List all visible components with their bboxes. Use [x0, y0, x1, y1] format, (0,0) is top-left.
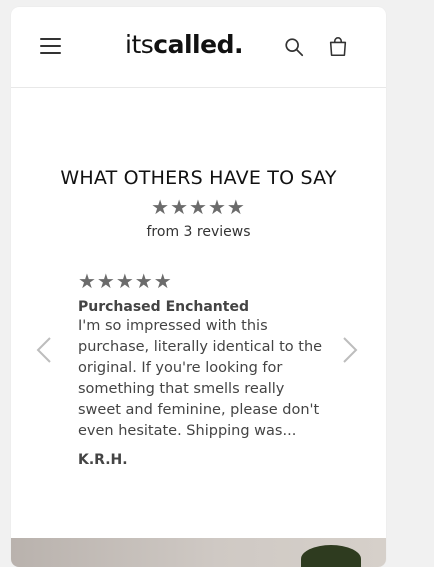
review-title: Purchased Enchanted	[78, 299, 249, 315]
mobile-page: itscalled. WHAT OTHERS HAVE TO SAY ★★★★★…	[11, 7, 386, 567]
chevron-right-icon[interactable]	[341, 335, 359, 365]
site-header: itscalled.	[11, 7, 386, 88]
review-card: ★★★★★ Purchased Enchanted I'm so impress…	[78, 269, 328, 468]
review-author: K.R.H.	[78, 452, 128, 468]
shopping-bag-icon[interactable]	[327, 36, 349, 58]
reviews-heading: WHAT OTHERS HAVE TO SAY	[60, 167, 337, 189]
review-body: I'm so impressed with this purchase, lit…	[78, 318, 323, 439]
review-stars: ★★★★★	[78, 269, 173, 293]
brand-logo[interactable]: itscalled.	[125, 30, 243, 59]
chevron-left-icon[interactable]	[35, 335, 53, 365]
search-icon[interactable]	[283, 36, 305, 58]
review-count: from 3 reviews	[146, 224, 251, 240]
logo-main: called.	[153, 30, 243, 59]
logo-prefix: its	[125, 30, 154, 59]
plant-leaf-image	[301, 545, 361, 567]
hamburger-menu-icon[interactable]	[40, 38, 61, 55]
product-image-preview	[11, 538, 386, 567]
average-rating-stars: ★★★★★	[151, 195, 246, 219]
